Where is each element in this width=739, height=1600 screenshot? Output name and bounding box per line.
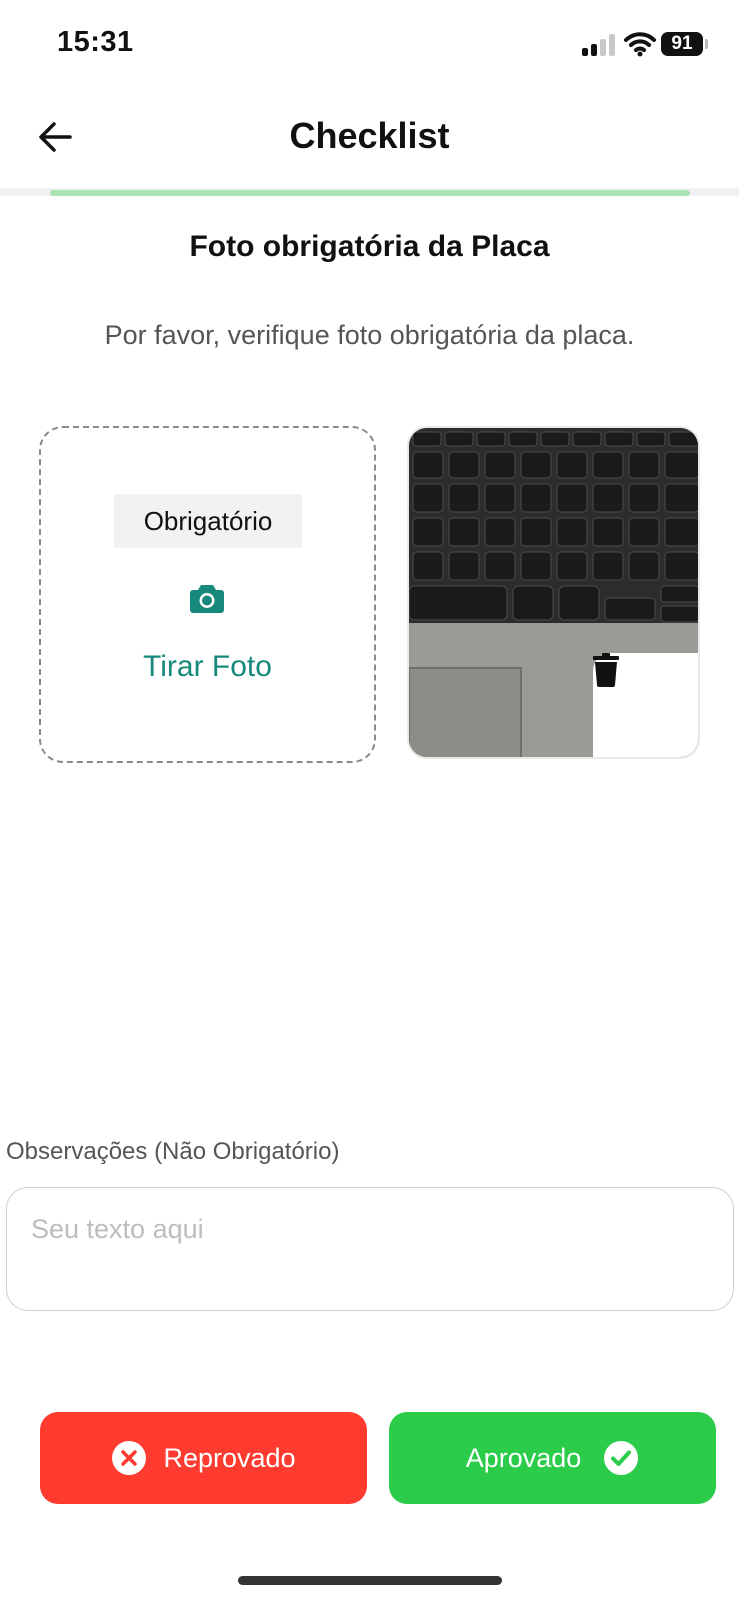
section-description: Por favor, verifique foto obrigatória da…: [104, 320, 635, 350]
reject-label: Reprovado: [163, 1442, 296, 1473]
home-indicator: [238, 1576, 502, 1585]
approve-label: Aprovado: [465, 1442, 582, 1473]
status-bar: 15:31 91: [0, 0, 739, 90]
check-circle-icon: [604, 1441, 639, 1475]
camera-icon: [190, 585, 224, 613]
observations-input[interactable]: [6, 1187, 734, 1311]
approve-button[interactable]: Aprovado: [389, 1412, 716, 1504]
progress-fill: [50, 190, 690, 196]
header: Checklist: [0, 95, 739, 185]
wifi-icon: [624, 32, 656, 57]
reject-button[interactable]: Reprovado: [40, 1412, 367, 1504]
close-circle-icon: [112, 1441, 147, 1475]
battery-icon: 91: [661, 32, 703, 56]
progress-bar: [50, 190, 690, 196]
status-time: 15:31: [57, 26, 134, 58]
captured-photo[interactable]: [407, 426, 700, 759]
page-title: Checklist: [289, 115, 450, 156]
delete-photo-button[interactable]: [593, 653, 698, 757]
observations-label: Observações (Não Obrigatório): [6, 1138, 340, 1165]
required-badge: Obrigatório: [114, 494, 302, 548]
take-photo-slot[interactable]: Obrigatório Tirar Foto: [39, 426, 376, 763]
trash-icon: [593, 653, 619, 687]
battery-tip: [705, 39, 708, 49]
signal-icon: [582, 34, 618, 56]
take-photo-label: Tirar Foto: [143, 650, 272, 683]
section-title: Foto obrigatória da Placa: [189, 230, 550, 263]
